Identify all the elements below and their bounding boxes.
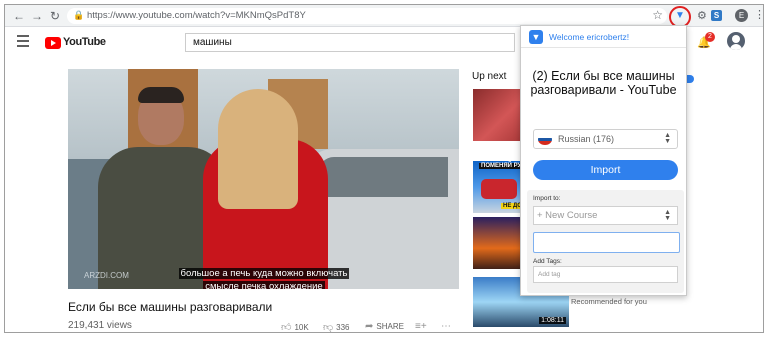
recommended-label: Recommended for you	[571, 297, 647, 306]
caption-line-2: смысле печка охлаждение	[154, 276, 374, 289]
welcome-text[interactable]: Welcome ericrobertz!	[549, 32, 629, 42]
youtube-wordmark: YouTube	[63, 36, 106, 48]
playlist-add-icon: ≡+	[415, 321, 427, 332]
import-button[interactable]: Import	[533, 160, 678, 180]
search-input[interactable]: машины	[185, 33, 515, 52]
tags-placeholder: Add tag	[538, 271, 561, 278]
import-to-label: Import to:	[533, 195, 561, 202]
up-next-label: Up next	[472, 71, 507, 82]
thumbs-up-icon: 👍︎	[281, 322, 292, 333]
browser-window: ← → ↻ 🔒 https://www.youtube.com/watch?v=…	[4, 4, 764, 333]
share-button[interactable]: ➦ SHARE	[365, 321, 404, 332]
arrow-right-icon[interactable]: →	[29, 8, 45, 24]
address-bar[interactable]: 🔒 https://www.youtube.com/watch?v=MKNmQs…	[67, 8, 667, 24]
car-windshield	[318, 157, 448, 197]
url-text: https://www.youtube.com/watch?v=MKNmQsPd…	[87, 10, 306, 21]
share-icon: ➦	[365, 321, 374, 332]
popup-header: ▼ Welcome ericrobertz!	[521, 26, 686, 48]
funnel-icon: ▼	[529, 30, 543, 44]
video-player[interactable]: ARZDI.COM большое а печь куда можно вклю…	[68, 69, 459, 289]
more-vertical-icon[interactable]: ⋮	[754, 8, 763, 21]
select-arrows-icon: ▲ ▼	[664, 132, 671, 145]
like-button[interactable]: 👍︎ 10K	[281, 321, 309, 333]
extension-s-icon[interactable]: S	[711, 10, 722, 21]
like-count: 10K	[294, 323, 309, 332]
gear-icon[interactable]: ⚙	[697, 9, 707, 22]
course-select[interactable]: + New Course ▲ ▼	[533, 206, 678, 225]
russia-flag-icon	[538, 134, 552, 145]
browser-toolbar: ← → ↻ 🔒 https://www.youtube.com/watch?v=…	[5, 5, 763, 28]
hamburger-icon[interactable]	[17, 35, 29, 47]
view-count: 219,431 views	[68, 320, 132, 331]
add-to-playlist-button[interactable]: ≡+	[415, 321, 430, 332]
woman-hair	[218, 89, 298, 209]
youtube-play-icon	[45, 37, 61, 49]
language-select[interactable]: Russian (176) ▲ ▼	[533, 129, 678, 149]
arrow-left-icon[interactable]: ←	[11, 8, 27, 24]
language-value: Russian (176)	[558, 134, 615, 144]
course-name-input[interactable]	[533, 232, 680, 253]
profile-avatar[interactable]: E	[735, 9, 748, 22]
import-options-panel: Import to: + New Course ▲ ▼ Add Tags: Add…	[527, 190, 684, 293]
select-arrows-icon: ▲ ▼	[664, 209, 671, 222]
reload-icon[interactable]: ↻	[47, 8, 63, 24]
duration-badge: 1:08:11	[539, 317, 566, 324]
avatar[interactable]	[727, 32, 745, 50]
course-value: + New Course	[537, 210, 598, 221]
more-horizontal-icon: ⋯	[441, 321, 451, 332]
page-title: (2) Если бы все машины разговаривали - Y…	[530, 69, 677, 97]
tags-label: Add Tags:	[533, 258, 562, 265]
share-label: SHARE	[376, 322, 404, 331]
more-button[interactable]: ⋯	[441, 321, 454, 332]
thumbnail-car	[481, 179, 517, 199]
dislike-count: 336	[336, 323, 350, 332]
star-icon[interactable]: ☆	[652, 8, 663, 22]
caption-text: смысле печка охлаждение	[203, 281, 325, 289]
funnel-icon[interactable]: ▼	[674, 10, 686, 22]
lock-icon: 🔒	[73, 10, 85, 20]
notification-badge: 2	[705, 32, 715, 42]
dislike-button[interactable]: 👎︎ 336	[323, 321, 350, 333]
man-hair	[138, 87, 184, 103]
thumbs-down-icon: 👎︎	[323, 322, 334, 333]
tags-input[interactable]: Add tag	[533, 266, 678, 283]
video-title: Если бы все машины разговаривали	[68, 300, 273, 314]
video-watermark: ARZDI.COM	[84, 271, 129, 280]
extension-popup: ▼ Welcome ericrobertz! (2) Если бы все м…	[520, 25, 687, 296]
